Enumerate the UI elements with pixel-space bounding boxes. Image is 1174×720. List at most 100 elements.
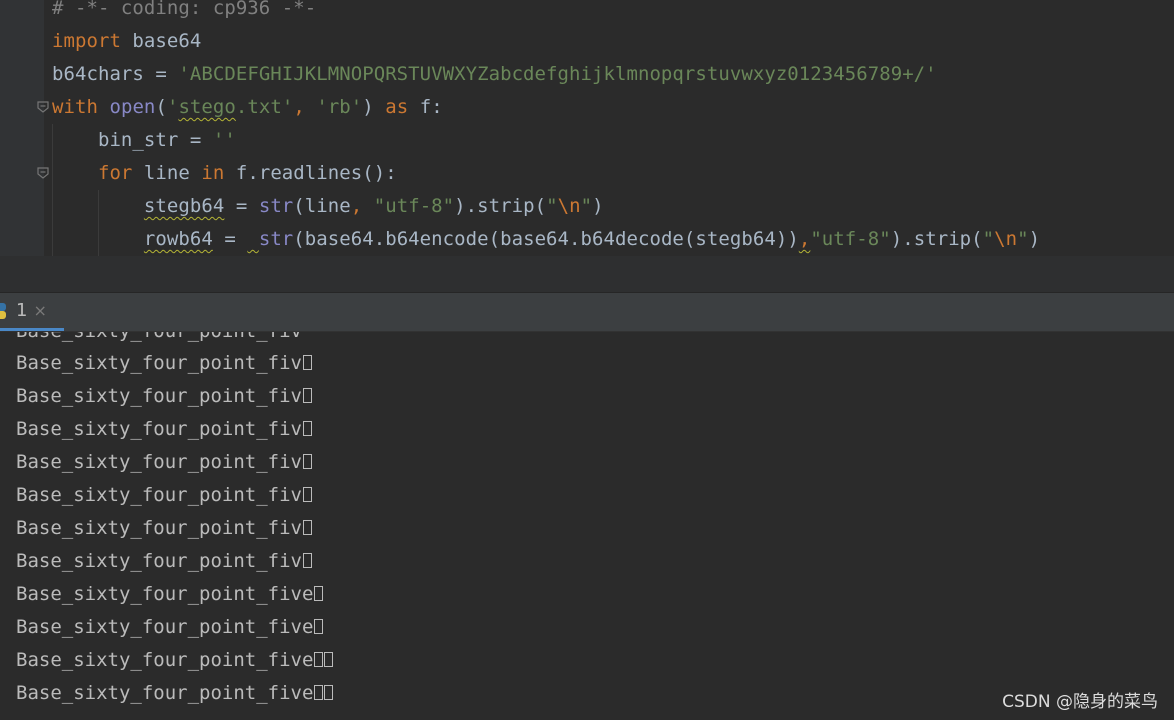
undecodable-char-glyph <box>302 553 312 568</box>
undecodable-char-glyph <box>302 487 312 502</box>
code-editor[interactable]: # -*- coding: cp936 -*- import base64 b6… <box>0 0 1174 256</box>
code-line-3: b64chars = 'ABCDEFGHIJKLMNOPQRSTUVWXYZab… <box>52 58 937 91</box>
console-line: Base_sixty_four_point_fiv <box>16 380 312 413</box>
close-icon[interactable]: × <box>33 301 46 320</box>
keyword-with: with <box>52 96 98 118</box>
string-literal: stego <box>178 96 236 118</box>
console-line: Base_sixty_four_point_five <box>16 611 324 644</box>
string-literal: " <box>580 195 593 217</box>
undecodable-char-glyph <box>302 388 312 403</box>
keyword-in: in <box>201 162 225 184</box>
undecodable-char-glyph <box>314 652 324 667</box>
string-literal: 'ABCDEFGHIJKLMNOPQRSTUVWXYZabcdefghijklm… <box>178 63 937 85</box>
variable: line <box>132 162 202 184</box>
python-icon <box>0 302 10 320</box>
builtin-str: str <box>258 195 294 217</box>
editor-gutter <box>0 0 44 256</box>
console-line: Base_sixty_four_point_fiv <box>16 479 312 512</box>
console-line-partial: Base_sixty_four_point_fiv <box>16 332 302 348</box>
string-literal: 'rb' <box>316 96 363 118</box>
keyword-import: import <box>52 30 121 52</box>
console-line-text: Base_sixty_four_point_fiv <box>16 484 302 506</box>
code-line-4: with open('stego.txt', 'rb') as f: <box>52 91 443 124</box>
console-line-text: Base_sixty_four_point_fiv <box>16 517 302 539</box>
undecodable-char-glyph <box>324 685 334 700</box>
comma: , <box>350 195 374 217</box>
run-tab[interactable]: 1 × <box>0 293 64 331</box>
string-literal: '' <box>212 129 236 151</box>
console-line-text: Base_sixty_four_point_five <box>16 616 314 638</box>
args: (line <box>293 195 351 217</box>
code-line-5: bin_str = '' <box>52 124 236 157</box>
console-line-text: Base_sixty_four_point_fiv <box>16 352 302 374</box>
console-line-text: Base_sixty_four_point_fiv <box>16 451 302 473</box>
undecodable-char-glyph <box>302 454 312 469</box>
undecodable-char-glyph <box>324 652 334 667</box>
console-line-text: Base_sixty_four_point_fiv <box>16 385 302 407</box>
code-line-6: for line in f.readlines(): <box>52 157 397 190</box>
string-literal: ' <box>166 96 179 118</box>
string-literal: "utf-8" <box>810 228 891 250</box>
paren: ) <box>592 195 604 217</box>
call: f.readlines(): <box>224 162 397 184</box>
panel-divider[interactable] <box>0 256 1174 293</box>
variable: bin_str = <box>52 129 213 151</box>
variable: b64chars = <box>52 63 179 85</box>
console-line: Base_sixty_four_point_fiv <box>16 347 312 380</box>
operator: = <box>224 195 259 217</box>
console-line: Base_sixty_four_point_five <box>16 578 324 611</box>
builtin-str: str <box>258 228 294 250</box>
operator: = <box>212 228 248 250</box>
comma: , <box>798 228 811 250</box>
console-line-text: Base_sixty_four_point_five <box>16 682 314 704</box>
console-line-text: Base_sixty_four_point_fiv <box>16 550 302 572</box>
watermark: CSDN @隐身的菜鸟 <box>1002 692 1158 712</box>
fold-marker-icon[interactable] <box>36 100 50 114</box>
comma: , <box>293 96 317 118</box>
undecodable-char-glyph <box>314 685 324 700</box>
escape-sequence: \n <box>557 195 581 217</box>
code-line-8: rowb64 = str(base64.b64encode(base64.b64… <box>52 223 1040 256</box>
code-line-1: # -*- coding: cp936 -*- <box>52 0 316 25</box>
console-line-text: Base_sixty_four_point_five <box>16 583 314 605</box>
variable: f: <box>408 96 443 118</box>
console-line-text: Base_sixty_four_point_five <box>16 649 314 671</box>
string-literal: "utf-8" <box>373 195 455 217</box>
string-literal: " <box>546 195 558 217</box>
paren: ( <box>155 96 167 118</box>
string-literal: " <box>1017 228 1029 250</box>
comment: # -*- coding: cp936 -*- <box>52 0 317 19</box>
console-line: Base_sixty_four_point_fiv <box>16 446 312 479</box>
run-tool-window-tabs: 1 × <box>0 293 1174 332</box>
keyword-for: for <box>52 162 133 184</box>
undecodable-char-glyph <box>302 355 312 370</box>
console-line: Base_sixty_four_point_fiv <box>16 413 312 446</box>
console-line: Base_sixty_four_point_fiv <box>16 545 312 578</box>
variable: stegb64 <box>143 195 225 217</box>
keyword-as: as <box>385 96 409 118</box>
undecodable-char-glyph <box>314 619 324 634</box>
module-name: base64 <box>120 30 202 52</box>
call: ).strip( <box>890 228 983 250</box>
args: (base64.b64encode(base64.b64decode(stegb… <box>293 228 799 250</box>
code-line-7: stegb64 = str(line, "utf-8").strip("\n") <box>52 190 604 223</box>
console-line: Base_sixty_four_point_five <box>16 644 334 677</box>
escape-sequence: \n <box>994 228 1018 250</box>
paren: ) <box>362 96 386 118</box>
undecodable-char-glyph <box>302 520 312 535</box>
fold-marker-icon[interactable] <box>36 166 50 180</box>
undecodable-char-glyph <box>302 421 312 436</box>
console-line: Base_sixty_four_point_five <box>16 677 334 710</box>
run-tab-label: 1 <box>16 300 28 321</box>
code-line-2: import base64 <box>52 25 201 58</box>
string-literal: .txt' <box>235 96 294 118</box>
console-line-text: Base_sixty_four_point_fiv <box>16 418 302 440</box>
call: ).strip( <box>454 195 547 217</box>
builtin-open: open <box>109 96 156 118</box>
run-console[interactable]: Base_sixty_four_point_fiv Base_sixty_fou… <box>0 332 1174 720</box>
variable: rowb64 <box>143 228 213 250</box>
paren: ) <box>1028 228 1041 250</box>
